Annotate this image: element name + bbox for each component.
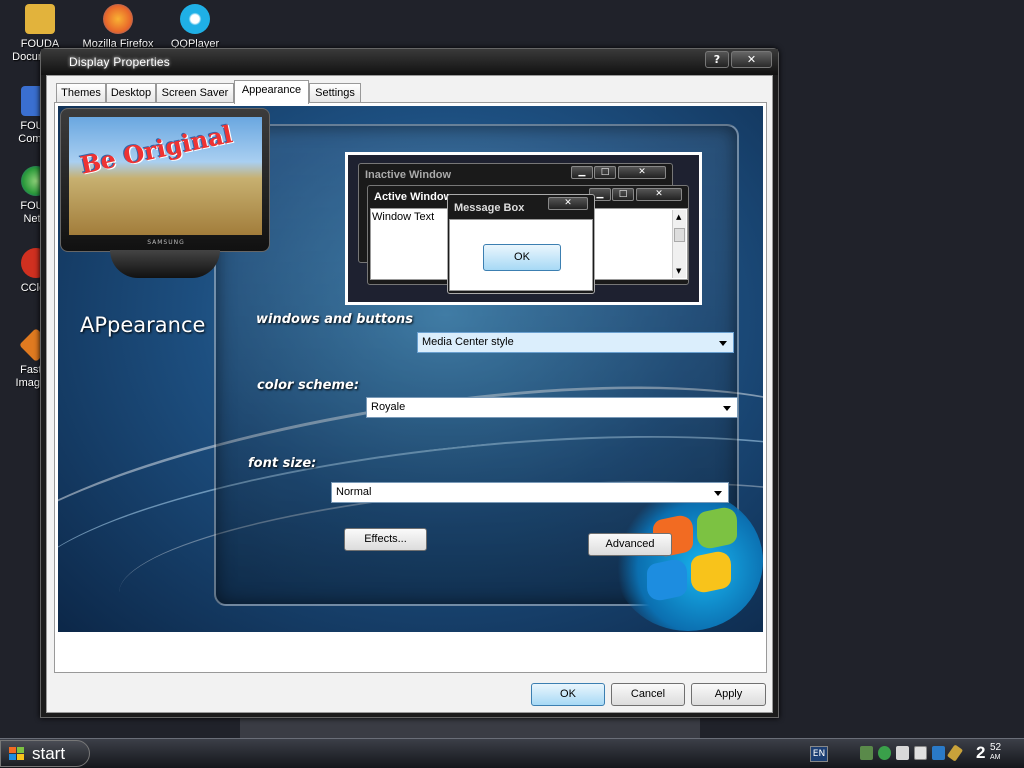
- windows-flag-blue: [647, 556, 687, 604]
- clock-hour: 2: [976, 743, 986, 762]
- windows-buttons-select[interactable]: Media Center style: [417, 332, 734, 353]
- maximize-icon: □: [612, 188, 634, 201]
- windows-buttons-value: Media Center style: [422, 336, 514, 348]
- desktop-icon-qqplayer[interactable]: QQPlayer: [155, 4, 235, 51]
- tab-desktop[interactable]: Desktop: [106, 83, 156, 103]
- preview-message-box-body: OK: [449, 219, 593, 291]
- help-button[interactable]: ?: [705, 51, 729, 68]
- windows-flag-green: [697, 504, 737, 552]
- color-scheme-value: Royale: [371, 401, 406, 413]
- chevron-down-icon[interactable]: [714, 491, 722, 496]
- folder-icon: [25, 4, 55, 34]
- qqplayer-icon: [180, 4, 210, 34]
- windows-flag-yellow: [691, 548, 731, 596]
- tab-appearance[interactable]: Appearance: [234, 80, 309, 104]
- scroll-up-icon: ▲: [676, 213, 682, 221]
- scroll-down-icon: ▼: [676, 267, 682, 275]
- tab-settings[interactable]: Settings: [309, 83, 361, 103]
- effects-button[interactable]: Effects...: [344, 528, 427, 551]
- font-size-select[interactable]: Normal: [331, 482, 729, 503]
- color-scheme-label: color scheme:: [257, 378, 360, 393]
- display-properties-window: Display Properties ? ✕ Themes Desktop Sc…: [40, 48, 779, 718]
- color-scheme-select[interactable]: Royale: [366, 397, 738, 418]
- tab-screen-saver[interactable]: Screen Saver: [156, 83, 234, 103]
- tray-network-icon[interactable]: [860, 746, 873, 760]
- ok-button[interactable]: OK: [531, 683, 605, 706]
- preview-inactive-title: Inactive Window: [365, 169, 452, 181]
- chevron-down-icon[interactable]: [719, 341, 727, 346]
- monitor-preview: Be Original SAMSUNG: [58, 108, 272, 292]
- dialog-client-area: Themes Desktop Screen Saver Appearance S…: [46, 75, 773, 713]
- chevron-down-icon[interactable]: [723, 406, 731, 411]
- preview-active-title: Active Window: [374, 191, 453, 203]
- tray-wand-icon[interactable]: [946, 744, 964, 762]
- maximize-icon: □: [594, 166, 616, 179]
- windows-start-icon: [9, 747, 25, 761]
- cancel-button[interactable]: Cancel: [611, 683, 685, 706]
- tab-themes[interactable]: Themes: [56, 83, 106, 103]
- tray-doc-icon[interactable]: [896, 746, 909, 760]
- appearance-heading: APpearance: [80, 313, 206, 337]
- tray-grid-icon[interactable]: [914, 746, 927, 760]
- apply-button[interactable]: Apply: [691, 683, 766, 706]
- close-icon: ✕: [548, 197, 588, 210]
- preview-scrollbar: ▲ ▼: [672, 210, 686, 278]
- monitor-frame: Be Original SAMSUNG: [60, 108, 270, 252]
- monitor-brand: SAMSUNG: [147, 239, 185, 246]
- clock[interactable]: 2 52 AM: [976, 742, 1001, 763]
- advanced-button[interactable]: Advanced: [588, 533, 672, 556]
- close-icon: ✕: [636, 188, 682, 201]
- font-size-value: Normal: [336, 486, 372, 498]
- wallpaper-thumbnail: Be Original: [69, 117, 262, 235]
- wallpaper-logo: Be Original: [77, 119, 235, 180]
- clock-ampm: AM: [990, 754, 1001, 761]
- close-button[interactable]: ✕: [731, 51, 772, 68]
- preview-message-box-title: Message Box: [454, 202, 525, 214]
- start-button[interactable]: start: [0, 740, 90, 767]
- windows-buttons-label: windows and buttons: [256, 312, 414, 327]
- scroll-thumb: [674, 228, 685, 242]
- appearance-background: Be Original SAMSUNG APpearance Inactive …: [58, 106, 763, 632]
- taskbar: start EN 2 52 AM: [0, 738, 1024, 768]
- minimize-icon: ▁: [571, 166, 593, 179]
- language-indicator[interactable]: EN: [810, 746, 828, 762]
- start-label: start: [32, 744, 66, 763]
- window-preview-canvas: Inactive Window ▁ □ ✕ Active Window ▁ □ …: [348, 155, 699, 302]
- desktop-icon-firefox[interactable]: Mozilla Firefox: [78, 4, 158, 51]
- tray-s-icon[interactable]: [878, 746, 891, 760]
- preview-message-box: Message Box ✕ OK: [447, 194, 595, 294]
- preview-ok-button: OK: [483, 244, 561, 271]
- monitor-stand: [110, 250, 220, 278]
- firefox-icon: [103, 4, 133, 34]
- clock-minute: 52: [990, 742, 1002, 753]
- window-title: Display Properties: [69, 55, 170, 69]
- windows-logo: [613, 491, 763, 631]
- window-preview: Inactive Window ▁ □ ✕ Active Window ▁ □ …: [345, 152, 702, 305]
- preview-window-text: Window Text: [372, 211, 435, 223]
- title-bar[interactable]: Display Properties ? ✕: [41, 49, 778, 75]
- close-icon: ✕: [618, 166, 666, 179]
- appearance-tab-panel: Be Original SAMSUNG APpearance Inactive …: [54, 102, 767, 673]
- tray-tl-icon[interactable]: [932, 746, 945, 760]
- font-size-label: font size:: [248, 456, 317, 471]
